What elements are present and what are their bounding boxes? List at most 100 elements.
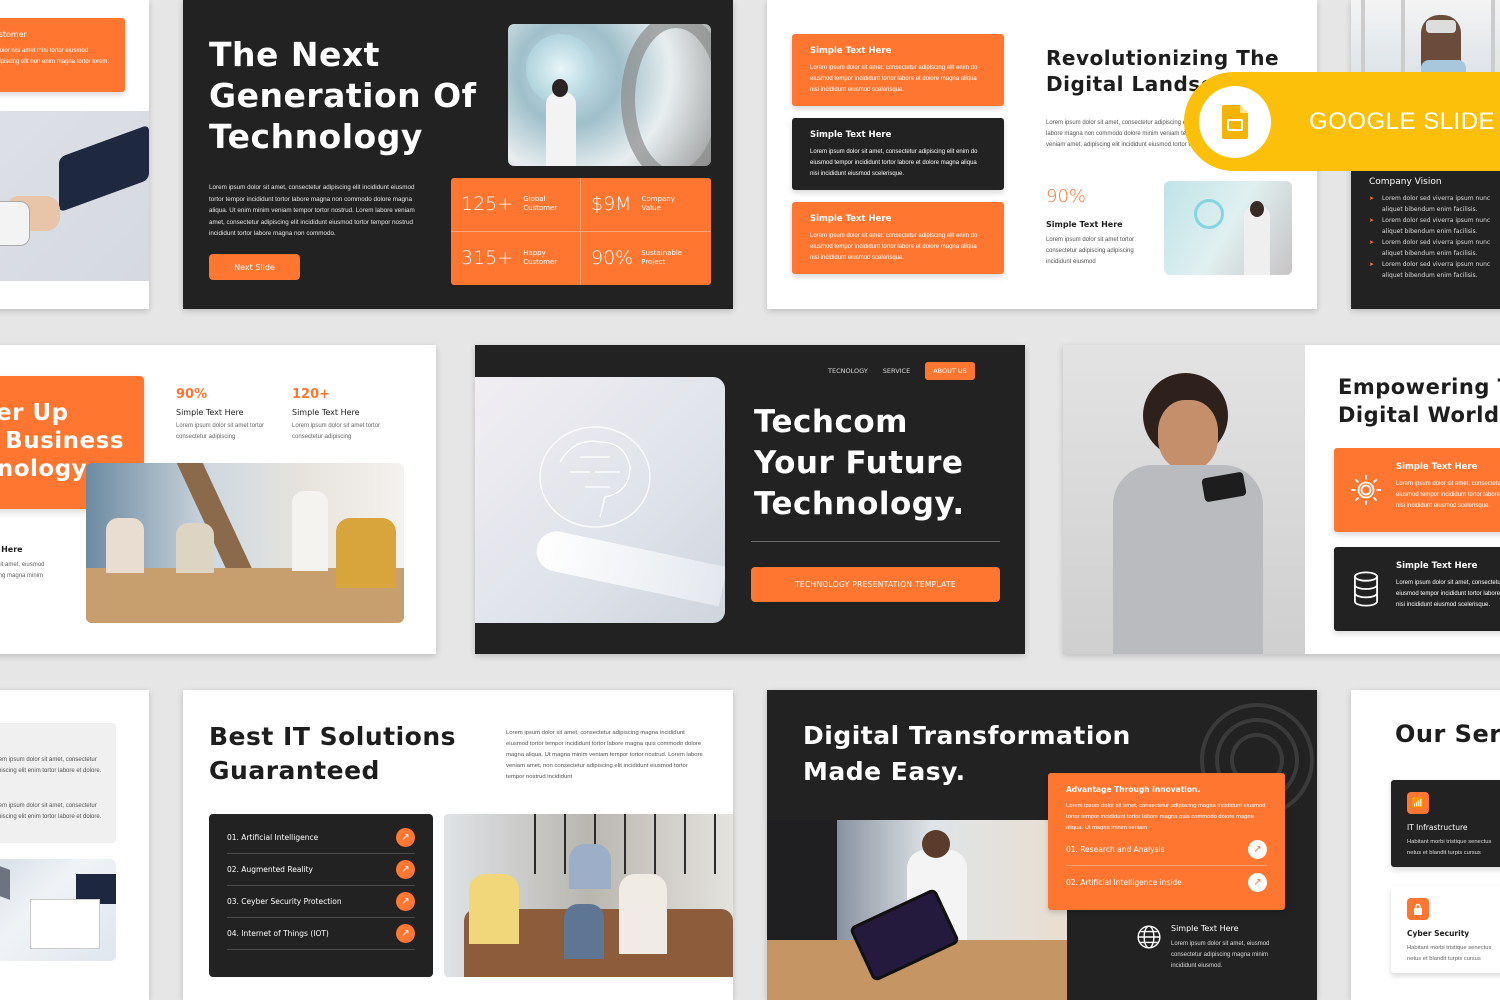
service-title: Cyber Security [1407,929,1470,938]
presentation-template-button[interactable]: TECHNOLOGY PRESENTATION TEMPLATE [751,567,1000,602]
info-card: Simple Text Here Lorem ipsum dolor sit a… [792,202,1004,274]
innovation-item[interactable]: 02. Artificial Intelligence inside ↗ [1066,866,1267,898]
nav-technology[interactable]: TECNOLOGY [828,367,868,375]
title-line: Your Business [0,428,124,454]
info-card: Simple Text Here Lorem ipsum dolor sit a… [792,34,1004,106]
arrow-up-right-icon[interactable]: ↗ [396,892,415,911]
slide-title: Techcom Your Future Technology. [754,402,965,525]
hologram-photo [1164,181,1292,275]
arrow-up-right-icon[interactable]: ↗ [1248,840,1267,859]
title-line: Digital World [1338,403,1500,427]
vr-meeting-photo [86,463,404,623]
solution-label: 02. Augmented Reality [227,865,313,874]
meeting-tablet-photo [767,820,1067,1000]
innovation-label: 01. Research and Analysis [1066,845,1165,854]
service-title: IT Infrastructure [1407,823,1468,832]
solution-label: 01. Artificial Intelligence [227,833,319,842]
slide-body: Lorem ipsum dolor sit amet, consectetur … [506,730,703,780]
stat-title: Simple Text Here [176,408,244,417]
stat-cell: 315+ Happy Customer [451,231,581,285]
google-slides-logo-circle [1199,85,1271,158]
card-text: Lorem ipsum dolor sit amet, consectetur … [1396,580,1500,608]
slide-title: Best IT Solutions Guaranteed [209,720,456,788]
stat-value: 120+ [292,387,331,402]
slide-our-services[interactable]: Our Services 📶 IT Infrastructure Habitan… [1351,690,1500,1000]
arrow-up-right-icon[interactable]: ↗ [396,828,415,847]
young-man-phone-photo [1063,345,1305,654]
slide-body: Lorem ipsum dolor sit amet, consectetur … [209,184,415,237]
database-icon [1354,571,1378,607]
slide-techcom[interactable]: TECNOLOGY SERVICE ABOUT US Techcom Your … [475,345,1025,654]
stat-text: Lorem ipsum dolor sit amet tortor consec… [1046,237,1135,265]
vision-bullet: ➤ Lorem dolor sed viverra ipsum nunc aliq… [1369,215,1500,237]
arrow-up-right-icon[interactable]: ↗ [1248,872,1267,892]
card-title: Simple Text Here [810,130,892,140]
text-panel: Lorem ipsum dolor sit amet, consectetur … [0,723,116,843]
title-line: Your Future [754,445,964,481]
title-line: Techcom [754,404,908,440]
slide-empowering[interactable]: Empowering The Digital World Simple Text… [1063,345,1500,654]
google-slide-badge: GOOGLE SLIDE [1184,72,1500,171]
solution-item[interactable]: 04. Internet of Things (IOT) ↗ [227,918,415,950]
next-slide-button[interactable]: Next Slide [209,254,300,280]
stats-grid: 125+ Global Customer $9M Company Value 315… [451,178,711,285]
side-text: Lorem ipsum dolor sit amet, eiusmod cons… [0,562,45,579]
slide-title: The Next Generation Of Technology [209,34,477,157]
title-line: Technology [209,117,423,156]
business-documents-photo [0,859,116,961]
slide-global-customer[interactable]: Global Customer Lorem ipsum dolor nisi a… [0,0,149,309]
woman-globe-photo [508,24,711,166]
slide-power-up[interactable]: Power Up Your Business Technology. 90% S… [0,345,436,654]
title-line: Generation Of [209,76,477,115]
stat-title: Simple Text Here [292,408,360,417]
arrow-up-right-icon[interactable]: ↗ [396,924,415,943]
service-text: Habitant morbi tristique senectus netus … [1407,839,1492,856]
title-line: Technology. [754,486,965,522]
side-text-block: Simple Text Here Lorem ipsum dolor sit a… [0,545,66,593]
title-line: Best IT Solutions [209,722,457,751]
bullet-text: Lorem dolor sed viverra ipsum nunc aliqu… [1382,195,1491,213]
stat-label: Project [641,258,666,267]
stat-block: 90% Simple Text Here Lorem ipsum dolor s… [176,387,286,443]
solution-item[interactable]: 03. Ceyber Security Protection ↗ [227,886,415,918]
vision-panel: Company Vision ➤ Lorem dolor sed viverra … [1351,160,1500,309]
slide-title: Empowering The Digital World [1338,373,1500,429]
stat-text: Lorem ipsum dolor sit amet tortor consec… [176,423,265,440]
stat-text: Lorem ipsum dolor sit amet tortor consec… [292,423,381,440]
service-text: Habitant morbi tristique senectus netus … [1407,945,1492,962]
stat-label: Customer [523,204,558,213]
antenna-icon: 📶 [1407,792,1429,814]
nav-service[interactable]: SERVICE [883,367,910,375]
stat-label: Value [641,204,661,213]
panel-text: Lorem ipsum dolor sit amet, consectetur … [0,757,102,774]
title-line: Revolutionizing The [1046,46,1280,70]
nav-about-us[interactable]: ABOUT US [925,362,975,380]
stat-label: Company [641,195,675,204]
slide-next-generation[interactable]: The Next Generation Of Technology Lorem … [183,0,733,309]
vr-woman-photo [1351,0,1500,75]
bullet-text: Lorem dolor sed viverra ipsum nunc aliqu… [1382,239,1491,257]
innovation-label: 02. Artificial Intelligence inside [1066,877,1182,887]
innovation-item[interactable]: 01. Research and Analysis ↗ [1066,834,1267,866]
handshake-photo [0,111,149,281]
feature-card: Simple Text Here Lorem ipsum dolor sit a… [1334,547,1500,631]
slide-digital-transformation[interactable]: Digital Transformation Made Easy. Advant… [767,690,1317,1000]
slide-best-it-solutions[interactable]: Best IT Solutions Guaranteed Lorem ipsum… [183,690,733,1000]
vision-title: Company Vision [1369,177,1442,187]
card-title: Advantage Through Innovation. [1066,785,1201,794]
stat-title: Simple Text Here [1046,220,1123,229]
globe-icon [1137,925,1161,949]
card-title: Simple Text Here [1396,462,1478,472]
circuit-brain-graphic [539,426,651,528]
card-title: Simple Text Here [1396,561,1478,571]
stat-label: Sustainable [641,249,683,258]
stat-cell: $9M Company Value [581,178,711,232]
solution-item[interactable]: 01. Artificial Intelligence ↗ [227,822,415,854]
divider [751,541,1000,542]
stat-value: 90% [176,387,208,402]
solution-item[interactable]: 02. Augmented Reality ↗ [227,854,415,886]
arrow-up-right-icon[interactable]: ↗ [396,860,415,879]
service-card: 📶 IT Infrastructure Habitant morbi trist… [1391,780,1500,867]
stat-value: 125+ [461,193,514,216]
slide-business-analysis[interactable]: Lorem ipsum dolor sit amet, consectetur … [0,690,149,1000]
